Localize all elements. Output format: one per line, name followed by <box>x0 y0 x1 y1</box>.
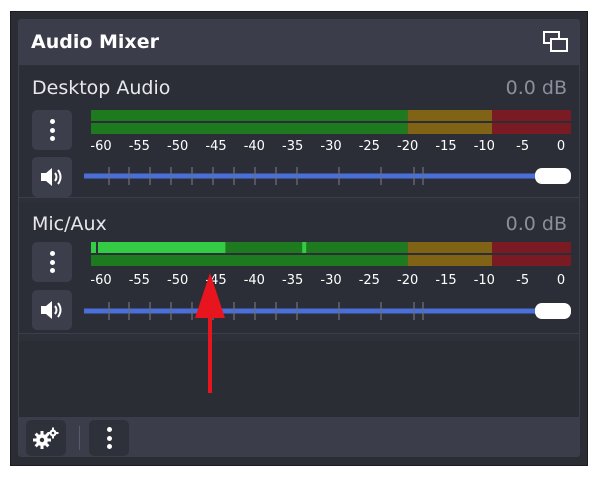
arrow-head <box>195 273 225 318</box>
red-arrow-annotation <box>195 273 225 393</box>
